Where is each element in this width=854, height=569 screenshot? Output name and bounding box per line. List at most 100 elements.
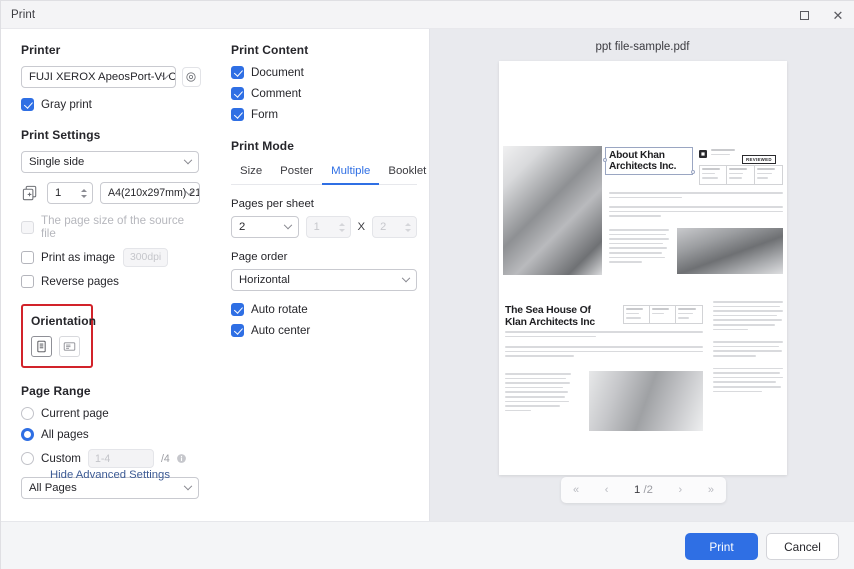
slide-2-paragraph-2 [505, 346, 703, 360]
current-page-radio[interactable] [21, 407, 34, 420]
print-content-form-row[interactable]: Form [231, 108, 417, 121]
pages-per-sheet-select[interactable]: 2 [231, 216, 299, 238]
printer-select[interactable]: FUJI XEROX ApeosPort-VI C3370 [21, 66, 176, 88]
gray-print-label: Gray print [41, 98, 92, 111]
hide-advanced-settings-link[interactable]: Hide Advanced Settings [1, 469, 219, 481]
current-page-row[interactable]: Current page [21, 407, 201, 420]
info-icon[interactable] [176, 453, 187, 464]
tab-size[interactable]: Size [231, 162, 271, 185]
copies-icon [22, 185, 37, 200]
copies-stepper[interactable]: 1 [47, 182, 93, 204]
auto-center-checkbox[interactable] [231, 324, 244, 337]
orientation-portrait-button[interactable] [31, 336, 52, 357]
spinner-up-icon[interactable] [81, 188, 87, 192]
auto-rotate-checkbox[interactable] [231, 303, 244, 316]
print-button[interactable]: Print [685, 533, 758, 560]
printer-properties-button[interactable] [181, 67, 201, 87]
slide-1-title-selection-box [605, 147, 693, 175]
brand-mark-icon [699, 149, 707, 158]
custom-columns-spinner [338, 222, 345, 232]
print-as-image-label: Print as image [41, 251, 116, 264]
slide-1-reviewed-badge: REVIEWED [742, 148, 776, 166]
print-mode-section-title: Print Mode [231, 139, 294, 153]
tab-booklet[interactable]: Booklet [379, 162, 435, 185]
pages-per-sheet-row: 2 1 X 2 [231, 216, 417, 238]
spinner-down-icon [404, 228, 411, 232]
print-as-image-checkbox[interactable] [21, 251, 34, 264]
tab-multiple[interactable]: Multiple [322, 162, 380, 185]
spinner-down-icon [338, 228, 345, 232]
printer-row: FUJI XEROX ApeosPort-VI C3370 [21, 66, 201, 88]
comment-checkbox[interactable] [231, 87, 244, 100]
last-page-button[interactable]: » [708, 484, 714, 496]
custom-columns-value: 1 [313, 221, 320, 233]
slide-1-info-table [699, 165, 783, 185]
close-icon: ✕ [832, 7, 844, 23]
all-pages-radio[interactable] [21, 428, 34, 441]
pages-per-sheet-value: 2 [239, 221, 246, 233]
slide-1-paragraph-2 [609, 206, 783, 220]
selection-handle [691, 170, 695, 174]
custom-range-row[interactable]: Custom 1-4 /4 [21, 449, 201, 468]
all-pages-label: All pages [41, 428, 89, 441]
page-order-value: Horizontal [239, 274, 290, 286]
spinner-down-icon[interactable] [81, 194, 87, 198]
slide-1-paragraph-3 [609, 229, 669, 266]
print-content-document-row[interactable]: Document [231, 66, 417, 79]
print-as-image-row[interactable]: Print as image 300dpi [21, 248, 201, 267]
chevron-down-icon [283, 220, 292, 232]
tab-poster[interactable]: Poster [271, 162, 322, 185]
current-page-label: Current page [41, 407, 109, 420]
gray-print-checkbox[interactable] [21, 98, 34, 111]
chevron-down-icon [183, 155, 193, 167]
dpi-field: 300dpi [123, 248, 169, 267]
reverse-pages-checkbox[interactable] [21, 275, 34, 288]
spinner-up-icon [338, 222, 345, 226]
document-checkbox[interactable] [231, 66, 244, 79]
all-pages-row[interactable]: All pages [21, 428, 201, 441]
printer-section-title: Printer [21, 43, 61, 57]
preview-document-title: ppt file-sample.pdf [595, 41, 690, 53]
slide-2-paragraph-3 [505, 373, 571, 414]
copies-value: 1 [55, 187, 62, 199]
copies-row: 1 A4(210x297mm) 21 : [21, 182, 201, 204]
next-page-button[interactable]: › [679, 484, 683, 496]
source-page-size-label: The page size of the source file [41, 214, 185, 240]
pages-per-sheet-label: Pages per sheet [231, 198, 314, 210]
slide-1-title-block: About Khan Architects Inc. [603, 147, 695, 175]
form-label: Form [251, 108, 279, 121]
custom-range-radio[interactable] [21, 452, 34, 465]
reverse-pages-row[interactable]: Reverse pages [21, 275, 201, 288]
orientation-options [31, 336, 81, 357]
gear-icon [186, 72, 196, 82]
maximize-button[interactable] [787, 1, 821, 29]
custom-range-input[interactable]: 1-4 [87, 449, 154, 468]
form-checkbox[interactable] [231, 108, 244, 121]
duplex-select[interactable]: Single side [21, 151, 199, 173]
page-order-label: Page order [231, 251, 288, 263]
preview-page-sheet[interactable]: About Khan Architects Inc. REVIEWED The … [499, 61, 787, 475]
first-page-button[interactable]: « [573, 484, 579, 496]
auto-center-row[interactable]: Auto center [231, 324, 417, 337]
previous-page-button[interactable]: ‹ [605, 484, 609, 496]
settings-column-middle: Print Content Document Comment Form Prin… [219, 29, 429, 521]
slide-1-paragraph-1 [609, 192, 783, 201]
reverse-pages-label: Reverse pages [41, 275, 119, 288]
cancel-button[interactable]: Cancel [766, 533, 839, 560]
paper-size-select[interactable]: A4(210x297mm) 21 : [100, 182, 200, 204]
current-page-number: 1 [634, 484, 641, 496]
print-content-comment-row[interactable]: Comment [231, 87, 417, 100]
auto-center-label: Auto center [251, 324, 311, 337]
orientation-landscape-button[interactable] [59, 336, 80, 357]
preview-slide-1: About Khan Architects Inc. REVIEWED [499, 144, 787, 277]
auto-rotate-row[interactable]: Auto rotate [231, 303, 417, 316]
slide-2-title-line-1: The Sea House Of [505, 305, 591, 316]
page-order-select[interactable]: Horizontal [231, 269, 417, 291]
page-range-section-title: Page Range [21, 384, 91, 398]
comment-label: Comment [251, 87, 302, 100]
selection-handle [603, 158, 607, 162]
gray-print-row[interactable]: Gray print [21, 98, 201, 111]
close-button[interactable]: ✕ [821, 1, 854, 29]
chevron-down-icon [183, 481, 193, 493]
copies-spinner-arrows[interactable] [81, 188, 87, 198]
